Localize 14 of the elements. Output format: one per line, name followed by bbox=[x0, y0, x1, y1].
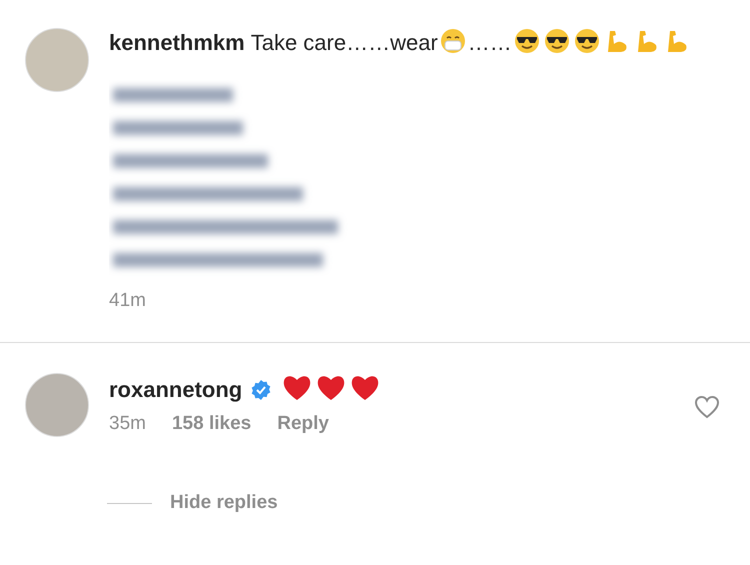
comment-text: …… bbox=[468, 30, 512, 55]
mask-face-icon bbox=[440, 28, 466, 54]
sunglasses-face-icon bbox=[514, 28, 540, 54]
username[interactable]: roxannetong bbox=[109, 377, 242, 402]
like-heart-icon[interactable] bbox=[694, 395, 720, 419]
sunglasses-face-icon bbox=[544, 28, 570, 54]
comment-text: Take care……wear bbox=[250, 30, 438, 55]
likes-count[interactable]: 158 likes bbox=[172, 413, 252, 435]
comment-time: 35m bbox=[109, 413, 146, 435]
sunglasses-face-icon bbox=[574, 28, 600, 54]
hide-replies-button[interactable]: Hide replies bbox=[170, 492, 278, 514]
reply-link[interactable]: Reply bbox=[277, 413, 329, 435]
comment-time: 41m bbox=[109, 290, 146, 312]
username[interactable]: kennethmkm bbox=[109, 30, 245, 55]
